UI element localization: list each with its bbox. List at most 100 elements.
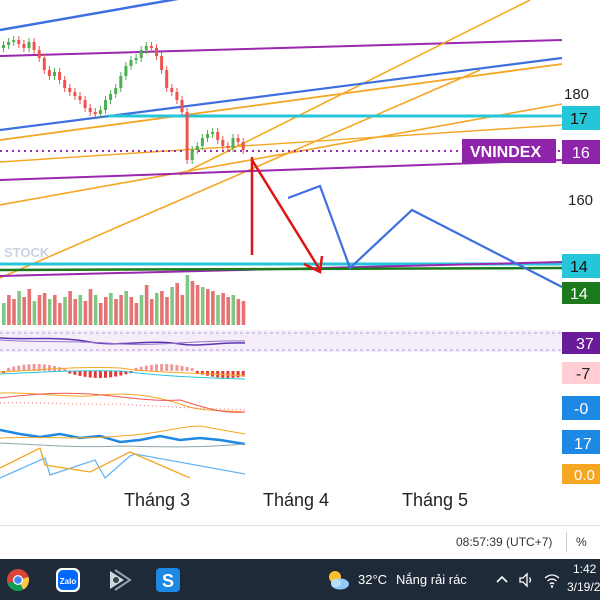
indicator-label-2: -7 — [576, 366, 590, 383]
taskbar-clock-time[interactable]: 1:42 — [573, 562, 596, 576]
volume-bar — [241, 301, 246, 325]
candle-body — [2, 45, 5, 48]
chart-clock: 08:57:39 (UTC+7) — [456, 535, 553, 549]
weather-desc[interactable]: Nắng rải rác — [396, 572, 467, 587]
candles — [2, 36, 245, 164]
percent-scale-button[interactable]: % — [576, 535, 587, 549]
candle-body — [149, 46, 153, 48]
chrome-icon[interactable] — [2, 564, 34, 596]
windows-taskbar: Zalo S 32°C Nắng rải rác 1:42 3/19/2 — [0, 559, 600, 600]
candle-body — [144, 46, 148, 50]
volume-bar — [175, 283, 179, 325]
chevron-up-icon[interactable] — [492, 564, 512, 596]
candle-body — [109, 94, 113, 100]
candle-body — [7, 42, 11, 45]
macd-bar — [231, 371, 235, 378]
volume-bar — [155, 293, 159, 325]
zalo-label: Zalo — [60, 577, 77, 586]
candle-body — [98, 110, 102, 114]
volume-bar — [17, 291, 21, 325]
macd-bar — [83, 371, 87, 377]
candle-body — [211, 132, 215, 134]
volume-bar — [119, 295, 123, 325]
price-label-160: 160 — [568, 192, 593, 209]
chart-status-bar: 08:57:39 (UTC+7) % — [0, 525, 600, 559]
volume-bar — [109, 293, 113, 325]
macd-bar — [165, 364, 169, 371]
weather-icon[interactable] — [322, 564, 354, 596]
macd-bar — [236, 371, 240, 378]
candle-body — [78, 96, 82, 100]
candle-body — [221, 140, 225, 146]
candle-body — [53, 72, 56, 76]
macd-bar — [98, 371, 102, 378]
indicator-label-3: -0 — [574, 401, 588, 418]
volume-bar — [180, 295, 185, 325]
volume-bar — [7, 295, 11, 325]
volume-bar — [170, 287, 174, 325]
volume-bar — [104, 297, 108, 325]
taskbar-clock-date[interactable]: 3/19/2 — [567, 580, 600, 594]
candle-body — [104, 100, 107, 110]
volume-bar — [32, 301, 37, 325]
stock-chart[interactable]: STOCK VNINDEX 180 17 16 160 14 14 37 -7 … — [0, 0, 600, 525]
macd-bar — [47, 365, 51, 371]
candle-body — [119, 76, 123, 88]
candle-body — [190, 150, 194, 160]
macd-bar — [104, 371, 107, 378]
candle-body — [124, 66, 128, 76]
candle-body — [63, 80, 67, 88]
price-label-current: 16 — [572, 145, 590, 162]
macd-bar — [190, 368, 194, 371]
candle-body — [12, 40, 16, 42]
watermark: STOCK — [4, 245, 50, 260]
macd-bar — [109, 371, 113, 378]
volume-bar — [165, 297, 169, 325]
macd-bar — [42, 364, 46, 371]
speaker-icon[interactable] — [516, 564, 538, 596]
volume-bar — [12, 299, 16, 325]
indicator-label-4: 17 — [574, 436, 592, 453]
volume-bar — [53, 295, 57, 325]
macd-bar — [175, 365, 179, 371]
app-s-label: S — [162, 571, 174, 591]
zalo-icon[interactable]: Zalo — [52, 564, 84, 596]
volume-bar — [129, 297, 134, 325]
weather-temp[interactable]: 32°C — [358, 572, 387, 587]
candle-body — [160, 56, 164, 70]
volume-bar — [27, 289, 32, 325]
volume-bar — [216, 295, 220, 325]
candle-body — [165, 70, 169, 88]
candle-body — [114, 88, 118, 94]
volume-bar — [231, 295, 236, 325]
candle-body — [139, 50, 143, 58]
candle-body — [73, 92, 77, 96]
macd-bar — [114, 371, 118, 377]
price-label-cyan-top: 17 — [570, 111, 588, 128]
month-label-4: Tháng 4 — [263, 490, 329, 510]
candle-body — [216, 132, 220, 140]
volume-bars — [2, 275, 246, 325]
app-s-icon[interactable]: S — [152, 564, 184, 596]
time-axis[interactable]: Tháng 3 Tháng 4 Tháng 5 — [124, 490, 468, 510]
candle-body — [134, 58, 138, 60]
volume-bar — [114, 299, 118, 325]
candle-body — [180, 100, 184, 112]
candle-body — [93, 112, 97, 114]
candle-body — [88, 108, 92, 112]
month-label-3: Tháng 3 — [124, 490, 190, 510]
candle-body — [175, 92, 179, 100]
volume-bar — [160, 291, 164, 325]
volume-bar — [195, 285, 200, 325]
media-icon[interactable] — [103, 564, 135, 596]
volume-bar — [134, 303, 139, 325]
volume-bar — [98, 303, 103, 325]
orange-steep-2 — [0, 69, 481, 279]
price-label-green: 14 — [570, 286, 588, 303]
volume-bar — [206, 289, 210, 325]
volume-bar — [47, 299, 52, 325]
wifi-icon[interactable] — [541, 564, 563, 596]
candle-body — [185, 112, 189, 160]
volume-bar — [42, 293, 47, 325]
candle-body — [195, 146, 199, 150]
